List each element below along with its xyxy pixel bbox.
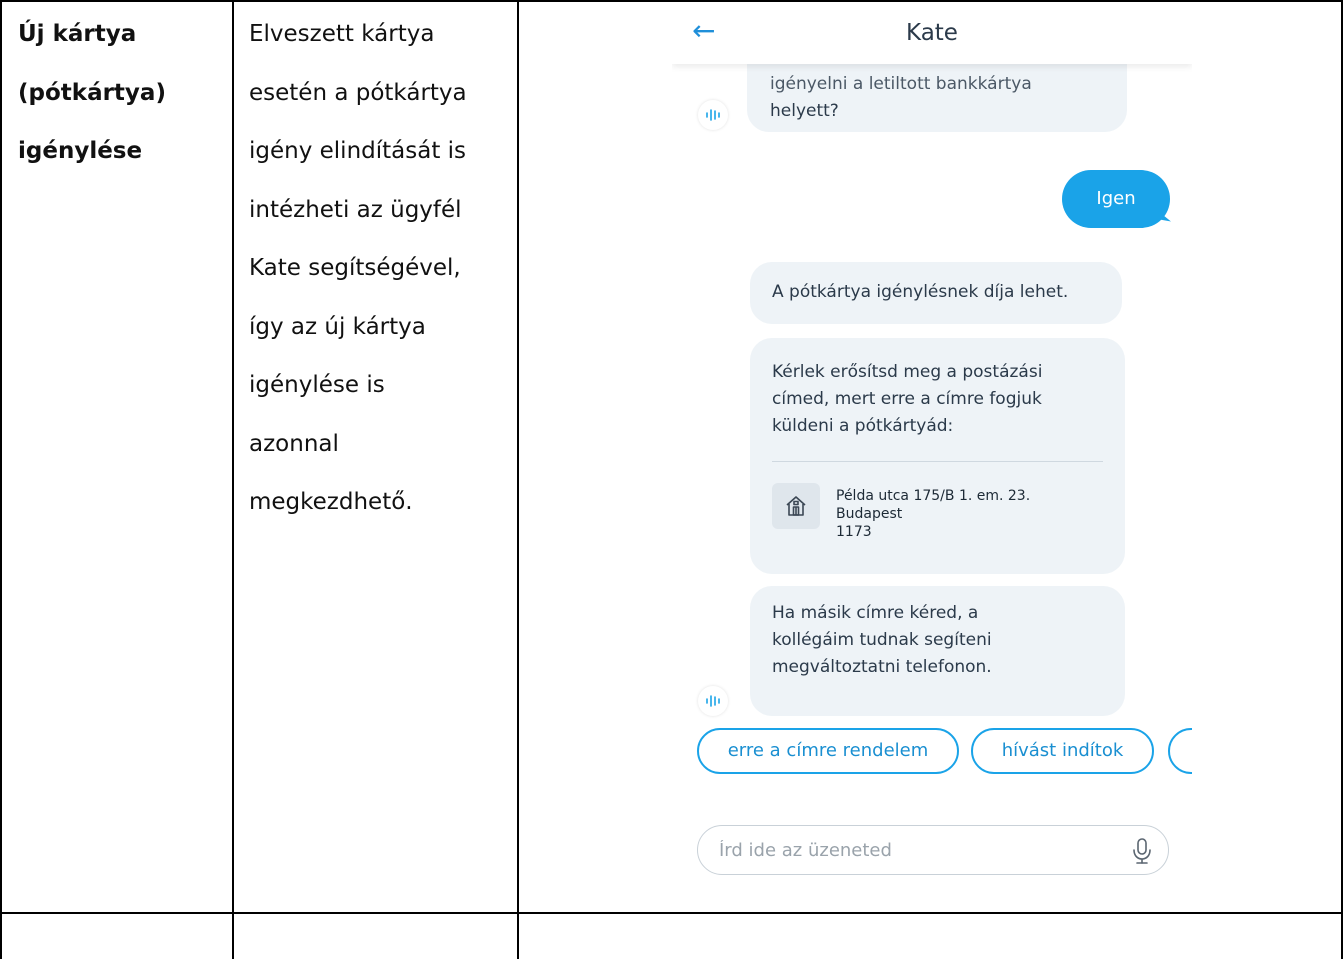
cell-line: igénylése — [18, 138, 143, 164]
table-border-left — [0, 0, 2, 959]
message-line: igényelni a letiltott bankkártya — [770, 74, 1032, 94]
table-border-top — [0, 0, 1343, 2]
cell-line: igény elindítását is — [249, 138, 467, 164]
bot-message: Ha másik címre kéred, a kollégáim tudnak… — [750, 586, 1125, 716]
message-line: Ha másik címre kéred, a — [772, 603, 979, 623]
cell-line: esetén a pótkártya — [249, 79, 467, 106]
message-input-wrapper — [697, 825, 1169, 875]
message-line: címed, mert erre a címre fogjuk — [772, 389, 1042, 409]
voice-wave-icon — [698, 100, 728, 130]
bot-message-address: Kérlek erősítsd meg a postázási címed, m… — [750, 338, 1125, 574]
user-message: Igen — [1062, 170, 1170, 228]
chat-title: Kate — [906, 20, 958, 46]
cell-line: Új kártya — [18, 21, 137, 47]
cell-line: azonnal — [249, 430, 339, 457]
table-cell-description: Elveszett kártya esetén a pótkártya igén… — [249, 5, 467, 532]
quick-reply-order-address[interactable]: erre a címre rendelem — [697, 728, 959, 774]
house-icon — [772, 483, 820, 529]
message-line: helyett? — [770, 101, 839, 121]
table-row-divider — [0, 912, 1343, 914]
cell-line: igénylése is — [249, 372, 385, 398]
cell-line: (pótkártya) — [18, 79, 166, 106]
table-cell-title: Új kártya (pótkártya) igénylése — [18, 5, 166, 181]
address-city: Budapest — [836, 506, 903, 522]
message-line: Kérlek erősítsd meg a postázási — [772, 362, 1043, 382]
divider — [772, 461, 1103, 462]
table-border-col1 — [232, 0, 234, 959]
message-input[interactable] — [719, 836, 1099, 864]
microphone-icon[interactable] — [1130, 837, 1154, 865]
cell-line: így az új kártya — [249, 313, 426, 340]
cell-line: Elveszett kártya — [249, 21, 435, 47]
quick-reply-more[interactable] — [1168, 728, 1192, 774]
table-border-col2 — [517, 0, 519, 959]
message-line: megváltoztatni telefonon. — [772, 657, 992, 677]
cell-line: intézheti az ügyfél — [249, 196, 462, 223]
address-zip: 1173 — [836, 524, 872, 540]
message-line: küldeni a pótkártyád: — [772, 416, 954, 436]
address-street: Példa utca 175/B 1. em. 23. — [836, 488, 1031, 504]
address-block: Példa utca 175/B 1. em. 23. Budapest 117… — [836, 487, 1030, 541]
voice-wave-icon — [698, 686, 728, 716]
cell-line: Kate segítségével, — [249, 255, 461, 281]
chat-screenshot: ← Kate igényelni a letiltott bankkártya … — [672, 10, 1192, 890]
chat-header: ← Kate — [672, 10, 1192, 64]
quick-reply-call[interactable]: hívást indítok — [971, 728, 1154, 774]
bot-message: A pótkártya igénylésnek díja lehet. — [750, 262, 1122, 324]
message-line: kollégáim tudnak segíteni — [772, 630, 992, 650]
cell-line: megkezdhető. — [249, 489, 413, 515]
